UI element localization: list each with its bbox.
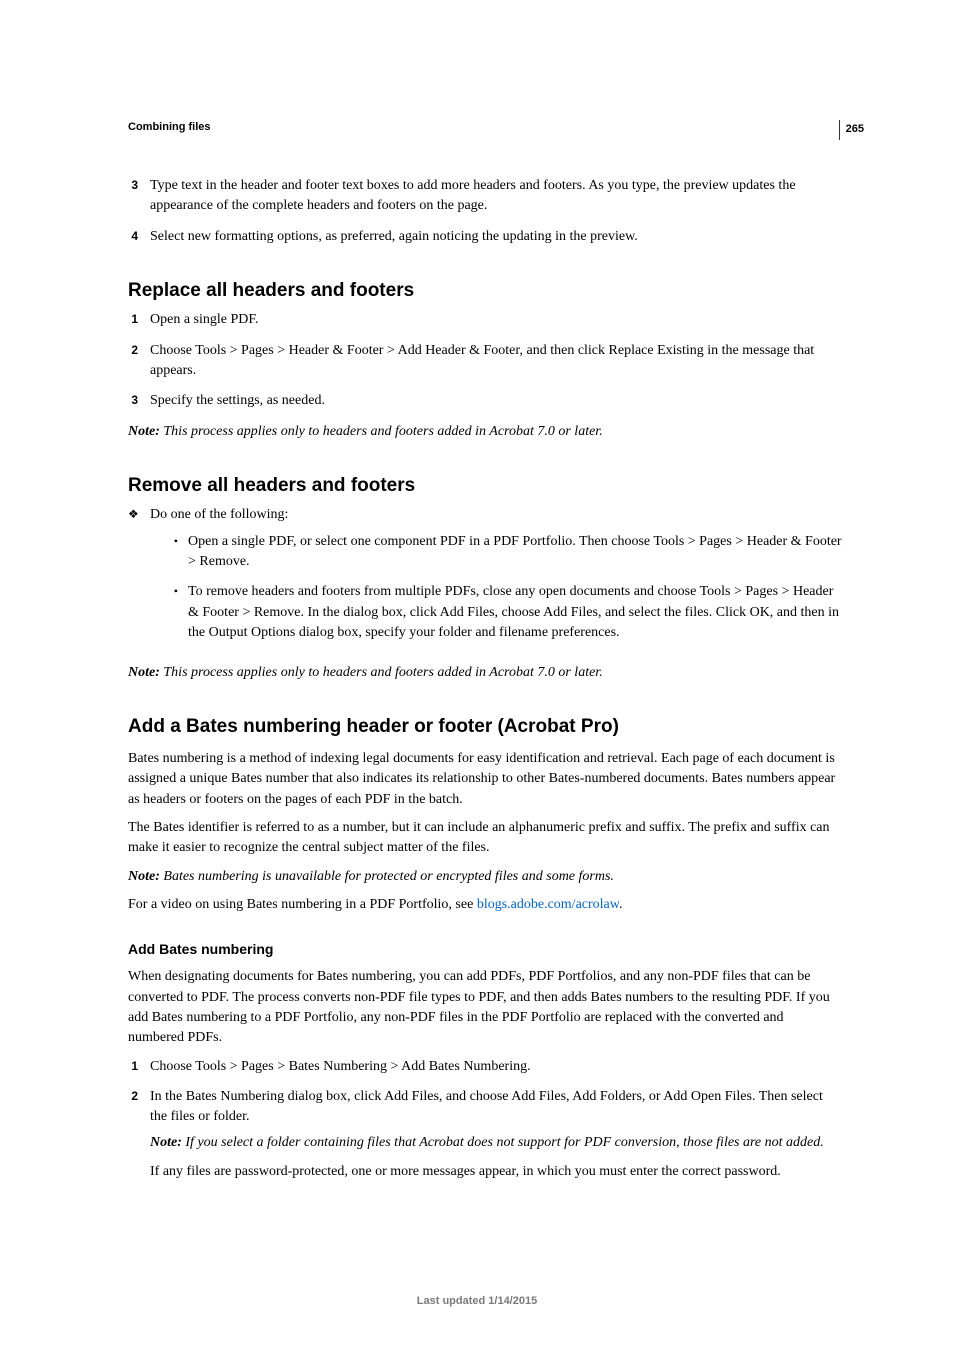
- remove-lead: Do one of the following: • Open a single…: [150, 505, 842, 653]
- note-label: Note:: [128, 665, 163, 680]
- replace-step-1: 1 Open a single PDF.: [128, 310, 842, 330]
- intro-steps: 3 Type text in the header and footer tex…: [128, 176, 842, 247]
- page-number: 265: [846, 122, 864, 138]
- step-3: 3 Type text in the header and footer tex…: [128, 176, 842, 217]
- note-label: Note:: [128, 424, 163, 439]
- step-text: In the Bates Numbering dialog box, click…: [150, 1089, 823, 1124]
- page-footer: Last updated 1/14/2015: [0, 1294, 954, 1310]
- bates-video-link[interactable]: blogs.adobe.com/acrolaw: [477, 897, 619, 912]
- note-label: Note:: [150, 1135, 185, 1150]
- add-bates-steps: 1 Choose Tools > Pages > Bates Numbering…: [128, 1057, 842, 1190]
- step-4: 4 Select new formatting options, as pref…: [128, 227, 842, 247]
- step-number: 2: [128, 1087, 138, 1190]
- step-text: Choose Tools > Pages > Bates Numbering >…: [150, 1057, 842, 1077]
- remove-lead-item: ❖ Do one of the following: • Open a sing…: [128, 505, 842, 653]
- replace-step-2: 2 Choose Tools > Pages > Header & Footer…: [128, 341, 842, 382]
- heading-replace: Replace all headers and footers: [128, 277, 842, 305]
- step-number: 4: [128, 227, 138, 247]
- step-number: 1: [128, 310, 138, 330]
- replace-step-3: 3 Specify the settings, as needed.: [128, 391, 842, 411]
- bates-p2: The Bates identifier is referred to as a…: [128, 818, 842, 859]
- step-number: 3: [128, 391, 138, 411]
- chapter-label: Combining files: [128, 120, 842, 136]
- page: 265 Combining files 3 Type text in the h…: [0, 0, 954, 1350]
- note-body: This process applies only to headers and…: [163, 665, 602, 680]
- bates-p1: Bates numbering is a method of indexing …: [128, 749, 842, 810]
- remove-subitem-text: Open a single PDF, or select one compone…: [188, 532, 842, 573]
- step-text: Open a single PDF.: [150, 310, 842, 330]
- note-body: Bates numbering is unavailable for prote…: [163, 869, 614, 884]
- remove-lead-text: Do one of the following:: [150, 507, 288, 522]
- remove-sublist: • Open a single PDF, or select one compo…: [172, 532, 842, 643]
- step-number: 3: [128, 176, 138, 217]
- remove-note: Note: This process applies only to heade…: [128, 663, 842, 683]
- remove-subitem-2: • To remove headers and footers from mul…: [172, 582, 842, 643]
- step-number: 1: [128, 1057, 138, 1077]
- replace-note: Note: This process applies only to heade…: [128, 422, 842, 442]
- bates-video-suffix: .: [619, 897, 623, 912]
- add-bates-step-1: 1 Choose Tools > Pages > Bates Numbering…: [128, 1057, 842, 1077]
- dot-bullet-icon: •: [172, 532, 178, 573]
- bates-video: For a video on using Bates numbering in …: [128, 895, 842, 915]
- page-number-container: 265: [839, 120, 864, 140]
- note-body: If you select a folder containing files …: [185, 1135, 823, 1150]
- note-label: Note:: [128, 869, 163, 884]
- step-2-body: In the Bates Numbering dialog box, click…: [150, 1087, 842, 1190]
- remove-subitem-1: • Open a single PDF, or select one compo…: [172, 532, 842, 573]
- heading-bates: Add a Bates numbering header or footer (…: [128, 713, 842, 741]
- remove-list: ❖ Do one of the following: • Open a sing…: [128, 505, 842, 653]
- step-2-para: If any files are password-protected, one…: [150, 1162, 842, 1182]
- step-text: Type text in the header and footer text …: [150, 176, 842, 217]
- step-text: Specify the settings, as needed.: [150, 391, 842, 411]
- note-body: This process applies only to headers and…: [163, 424, 602, 439]
- step-text: Choose Tools > Pages > Header & Footer >…: [150, 341, 842, 382]
- bates-note: Note: Bates numbering is unavailable for…: [128, 867, 842, 887]
- step-number: 2: [128, 341, 138, 382]
- step-2-note: Note: If you select a folder containing …: [150, 1133, 842, 1153]
- subheading-add-bates: Add Bates numbering: [128, 939, 842, 959]
- step-text: Select new formatting options, as prefer…: [150, 227, 842, 247]
- replace-steps: 1 Open a single PDF. 2 Choose Tools > Pa…: [128, 310, 842, 411]
- heading-remove: Remove all headers and footers: [128, 472, 842, 500]
- diamond-bullet-icon: ❖: [128, 505, 138, 653]
- remove-subitem-text: To remove headers and footers from multi…: [188, 582, 842, 643]
- add-bates-step-2: 2 In the Bates Numbering dialog box, cli…: [128, 1087, 842, 1190]
- add-bates-intro: When designating documents for Bates num…: [128, 967, 842, 1048]
- bates-video-prefix: For a video on using Bates numbering in …: [128, 897, 477, 912]
- dot-bullet-icon: •: [172, 582, 178, 643]
